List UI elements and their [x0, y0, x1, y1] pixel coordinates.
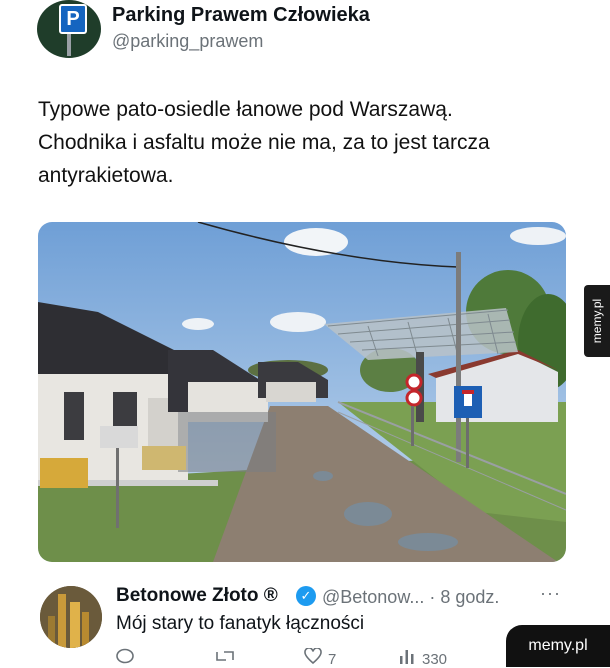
views-count: 330 — [422, 651, 448, 668]
reply-time[interactable]: 8 godz. — [440, 587, 499, 607]
heart-icon — [304, 648, 322, 664]
like-count: 7 — [328, 651, 337, 668]
views-icon — [400, 650, 414, 664]
tweet-text-line: Typowe pato-osiedle łanowe pod Warszawą. — [38, 98, 453, 121]
author-handle[interactable]: @parking_prawem — [112, 31, 263, 52]
memy-badge-label: memy.pl — [528, 637, 588, 654]
reply-text: Mój stary to fanatyk łączności — [116, 613, 365, 634]
meta-separator: · — [429, 587, 436, 607]
author-avatar[interactable]: P — [37, 0, 101, 58]
reply-avatar[interactable] — [40, 586, 102, 648]
tweet-text-line: Chodnika i asfaltu może nie ma, za to je… — [38, 131, 490, 154]
memy-side-label: memy.pl — [590, 298, 605, 344]
reply-meta: @Betonow... · 8 godz. — [322, 587, 499, 608]
memy-badge: memy.pl — [506, 625, 610, 667]
reply-handle[interactable]: @Betonow... — [322, 587, 424, 607]
retweet-icon — [216, 651, 234, 661]
more-options-icon[interactable]: ··· — [540, 583, 561, 604]
reply-button[interactable] — [116, 648, 140, 668]
views-button[interactable]: 330 — [398, 648, 447, 668]
reply-icon — [116, 648, 134, 664]
tweet-text-line: antyrakietowa. — [38, 164, 174, 187]
memy-side-watermark: memy.pl — [584, 285, 610, 357]
author-name[interactable]: Parking Prawem Człowieka — [112, 4, 370, 27]
tweet-photo[interactable] — [38, 222, 566, 562]
parking-sign-icon: P — [59, 4, 87, 34]
like-button[interactable]: 7 — [304, 648, 336, 668]
verified-badge-icon: ✓ — [296, 586, 316, 606]
tweet-text: Typowe pato-osiedle łanowe pod Warszawą.… — [38, 93, 568, 192]
reply-author-name[interactable]: Betonowe Złoto ® — [116, 585, 278, 607]
retweet-button[interactable] — [214, 648, 242, 668]
